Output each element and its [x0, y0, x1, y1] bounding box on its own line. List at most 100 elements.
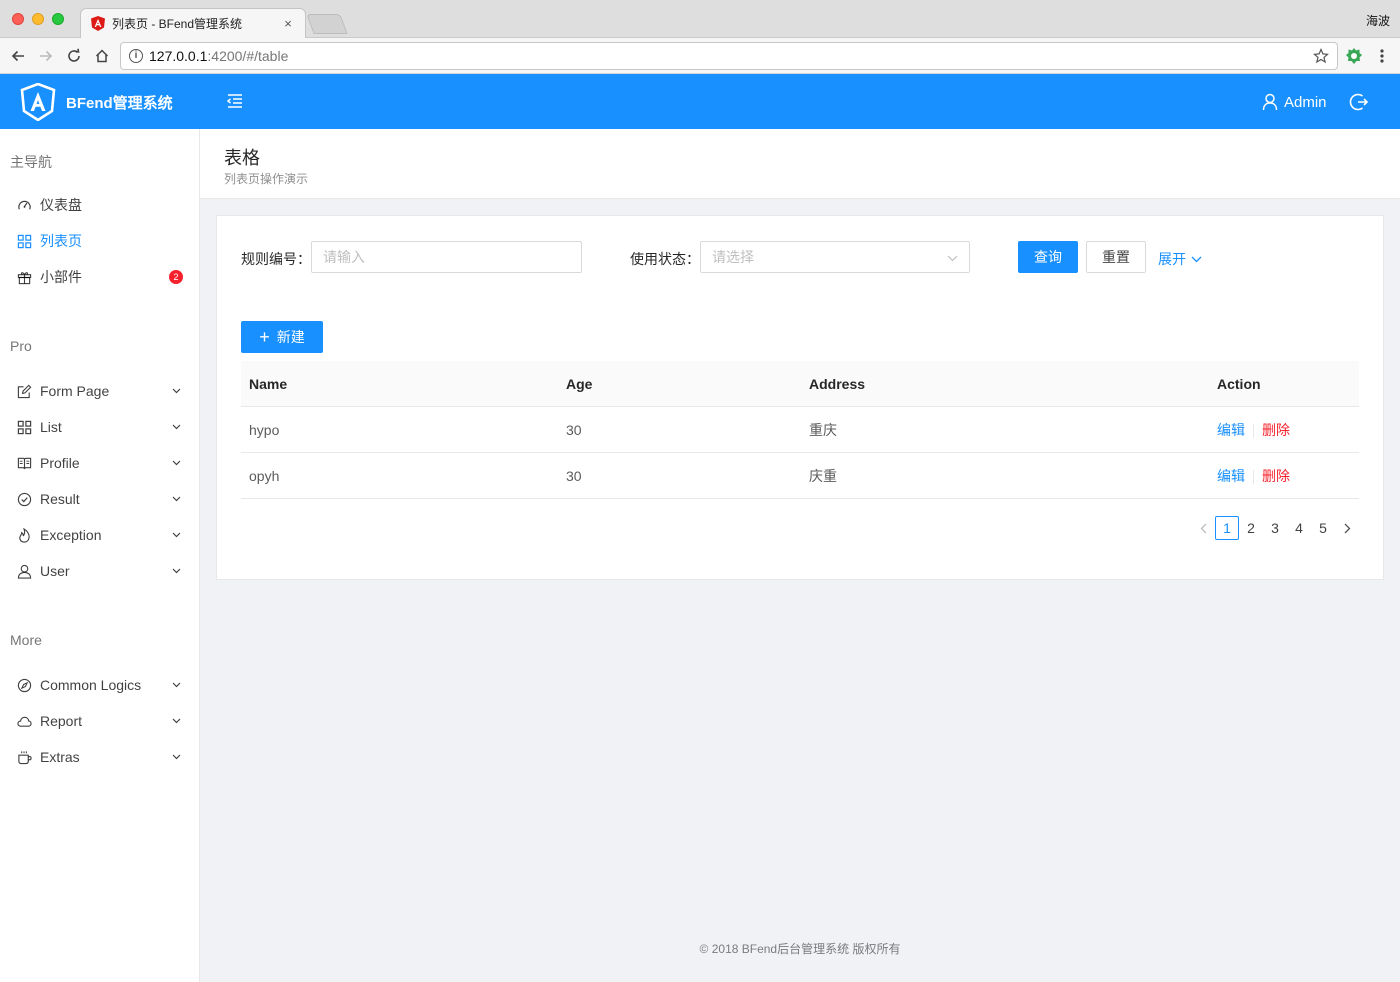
back-arrow-icon[interactable] [8, 46, 28, 66]
footer-copyright: © 2018 BFend后台管理系统 版权所有 [699, 942, 901, 956]
sidebar-item-report[interactable]: Report [0, 703, 199, 739]
sidebar-item-label: Report [40, 713, 83, 729]
chevron-down-icon [171, 752, 181, 762]
extension-icon[interactable] [1344, 46, 1364, 66]
appstore-icon [16, 419, 32, 435]
nav-group-title: More [10, 632, 42, 648]
tab-title: 列表页 - BFend管理系统 [112, 17, 243, 31]
rule-number-input[interactable] [311, 241, 582, 273]
header-user-name[interactable]: Admin [1284, 94, 1327, 111]
window-zoom-button[interactable] [52, 13, 64, 25]
page-5-button[interactable]: 5 [1311, 516, 1335, 540]
cell-action: 编辑 删除 [1217, 453, 1290, 499]
appstore-icon [16, 233, 32, 249]
sidebar-item-extras[interactable]: Extras [0, 739, 199, 775]
address-bar[interactable]: i 127.0.0.1:4200/#/table [120, 42, 1338, 70]
sidebar-item-label: User [40, 563, 70, 579]
chevron-down-icon [171, 494, 181, 504]
menu-fold-icon[interactable] [226, 92, 244, 110]
bookmark-star-icon[interactable] [1313, 47, 1329, 67]
browser-toolbar: i 127.0.0.1:4200/#/table [0, 38, 1400, 74]
form-icon [16, 383, 32, 399]
book-icon [16, 455, 32, 471]
delete-link[interactable]: 删除 [1262, 468, 1290, 484]
sidebar-item-label: 小部件 [40, 269, 82, 285]
page-title: 表格 [224, 148, 260, 168]
browser-menu-icon[interactable] [1372, 46, 1392, 66]
browser-tab[interactable]: 列表页 - BFend管理系统 × [80, 8, 306, 38]
user-icon[interactable] [1262, 93, 1278, 114]
sidebar-item-result[interactable]: Result [0, 481, 199, 517]
sidebar: 主导航 仪表盘 列表页 小部件 2 Pro Form Page List Pro… [0, 129, 200, 982]
sidebar-item-label: Form Page [40, 383, 110, 399]
action-divider [1253, 470, 1254, 485]
cell-name: hypo [249, 422, 280, 438]
window-close-button[interactable] [12, 13, 24, 25]
check-circle-icon [16, 491, 32, 507]
chevron-down-icon [171, 566, 181, 576]
chevron-down-icon [171, 680, 181, 690]
status-select[interactable]: 请选择 [700, 241, 970, 273]
page-1-button[interactable]: 1 [1215, 516, 1239, 540]
sidebar-item-widgets[interactable]: 小部件 2 [0, 259, 199, 295]
app-logo-icon[interactable] [20, 82, 56, 122]
cell-age: 30 [566, 422, 582, 438]
column-header-name: Name [249, 376, 288, 392]
gift-icon [16, 269, 32, 285]
prev-page-icon[interactable] [1191, 516, 1215, 540]
fire-icon [16, 527, 32, 543]
sidebar-item-exception[interactable]: Exception [0, 517, 199, 553]
edit-link[interactable]: 编辑 [1217, 468, 1245, 484]
sidebar-item-label: Result [40, 491, 80, 507]
table-row: opyh 30 庆重 编辑 删除 [241, 453, 1359, 499]
sidebar-item-common-logics[interactable]: Common Logics [0, 667, 199, 703]
sidebar-item-dashboard[interactable]: 仪表盘 [0, 187, 199, 223]
sidebar-item-label: 列表页 [40, 233, 82, 249]
pagination: 1 2 3 4 5 [1191, 516, 1359, 540]
browser-profile-name[interactable]: 海波 [1366, 12, 1390, 29]
page-2-button[interactable]: 2 [1239, 516, 1263, 540]
forward-arrow-icon[interactable] [36, 46, 56, 66]
page-subtitle: 列表页操作演示 [224, 172, 309, 186]
action-divider [1253, 424, 1254, 439]
sidebar-item-label: Profile [40, 455, 80, 471]
site-info-icon[interactable]: i [129, 49, 143, 63]
column-header-address: Address [809, 376, 866, 392]
expand-link[interactable]: 展开 [1158, 249, 1202, 269]
table-header: Name Age Address Action [241, 361, 1359, 407]
chevron-down-icon [171, 386, 181, 396]
app-header: BFend管理系统 Admin [0, 74, 1400, 129]
sidebar-item-label: Exception [40, 527, 102, 543]
chevron-down-icon [947, 249, 958, 265]
sidebar-item-user[interactable]: User [0, 553, 199, 589]
sidebar-item-list[interactable]: List [0, 409, 199, 445]
sidebar-item-form-page[interactable]: Form Page [0, 373, 199, 409]
reload-icon[interactable] [64, 46, 84, 66]
next-page-icon[interactable] [1335, 516, 1359, 540]
angular-favicon-icon [91, 16, 105, 32]
query-button[interactable]: 查询 [1018, 241, 1078, 273]
logout-icon[interactable] [1349, 92, 1369, 115]
sidebar-item-label: List [40, 419, 62, 435]
home-icon[interactable] [92, 46, 112, 66]
cell-address: 重庆 [809, 422, 837, 438]
page-4-button[interactable]: 4 [1287, 516, 1311, 540]
new-button[interactable]: + 新建 [241, 321, 323, 353]
page-3-button[interactable]: 3 [1263, 516, 1287, 540]
cell-action: 编辑 删除 [1217, 407, 1290, 453]
reset-button[interactable]: 重置 [1086, 241, 1146, 273]
cell-name: opyh [249, 468, 280, 484]
edit-link[interactable]: 编辑 [1217, 422, 1245, 438]
sidebar-item-profile[interactable]: Profile [0, 445, 199, 481]
sidebar-item-list-page[interactable]: 列表页 [0, 223, 199, 259]
tab-close-icon[interactable]: × [281, 16, 295, 31]
chevron-down-icon [171, 422, 181, 432]
data-table: Name Age Address Action hypo 30 重庆 编辑 删除 … [241, 361, 1359, 499]
url-host: 127.0.0.1 [149, 48, 208, 64]
nav-group-title: Pro [10, 338, 32, 354]
new-tab-button[interactable] [306, 14, 348, 34]
table-row: hypo 30 重庆 编辑 删除 [241, 407, 1359, 453]
chevron-down-icon [1191, 256, 1202, 263]
delete-link[interactable]: 删除 [1262, 422, 1290, 438]
window-minimize-button[interactable] [32, 13, 44, 25]
